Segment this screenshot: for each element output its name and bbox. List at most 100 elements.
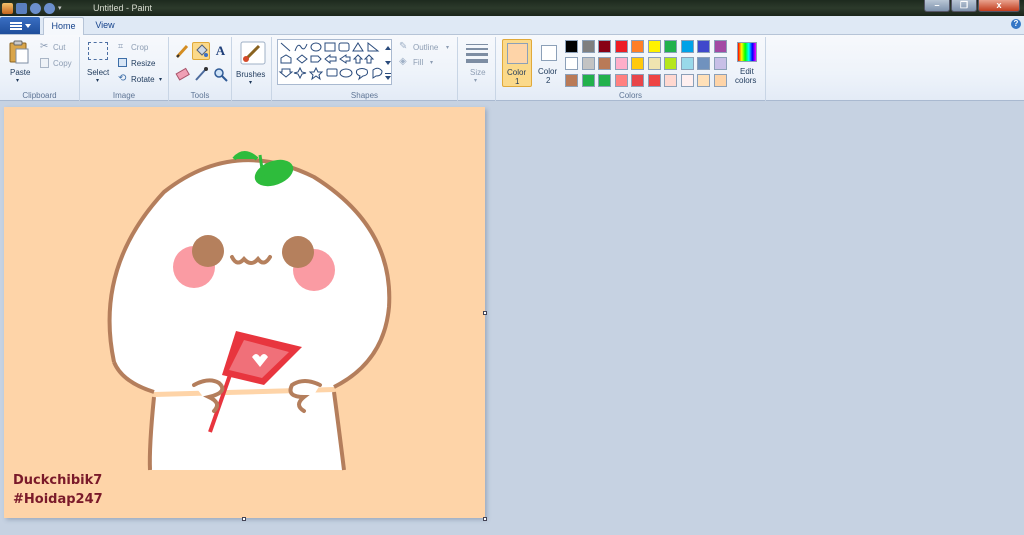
select-chevron-icon: ▾ [96,78,100,84]
color2-swatch [541,45,557,61]
tools-group: A Tools [169,37,232,101]
outline-chevron-icon: ▾ [446,45,450,51]
palette-swatch[interactable] [664,74,677,87]
color1-button[interactable]: Color 1 [502,39,532,87]
fill-dropdown[interactable]: ◈ Fill ▾ [397,56,455,69]
color1-label-line2: 1 [515,77,520,86]
select-button[interactable]: Select ▾ [84,39,112,85]
outline-dropdown[interactable]: ✎ Outline ▾ [397,41,455,54]
line-size-icon [466,44,488,63]
paint-app-icon [2,2,13,14]
shapes-group-label: Shapes [350,91,379,100]
palette-swatch[interactable] [664,40,677,53]
palette-swatch[interactable] [581,40,595,53]
canvas-resize-handle-right[interactable] [483,311,487,315]
brushes-label: Brushes [236,70,266,79]
customize-qat-chevron-icon[interactable]: ▾ [58,3,64,14]
palette-swatch[interactable] [713,74,727,87]
palette-swatch[interactable] [614,57,628,70]
palette-swatch[interactable] [680,57,694,70]
undo-icon[interactable] [30,2,41,14]
tab-home[interactable]: Home [43,17,84,36]
palette-swatch[interactable] [565,74,578,87]
palette-swatch[interactable] [565,57,578,70]
fill-tool[interactable] [192,42,210,60]
magnifier-tool[interactable] [212,66,229,83]
brushes-button[interactable]: Brushes ▾ [235,39,269,99]
paste-chevron-icon: ▾ [16,78,20,84]
rotate-icon: ⟲ [118,73,127,84]
palette-swatch[interactable] [680,40,694,53]
watermark-line2: #Hoidap247 [13,492,103,507]
palette-swatch[interactable] [647,40,661,53]
canvas-resize-handle-corner[interactable] [483,517,487,521]
palette-swatch[interactable] [598,57,611,70]
paste-icon [9,40,29,64]
maximize-button[interactable]: ❐ [951,0,977,12]
resize-button[interactable]: Resize [116,57,166,70]
outline-icon: ✎ [399,41,408,52]
copy-button[interactable]: Copy [38,57,78,70]
palette-swatch[interactable] [631,74,644,87]
size-group: Size ▾ [458,37,496,101]
palette-swatch[interactable] [565,40,578,53]
palette-swatch[interactable] [664,57,677,70]
palette-swatch[interactable] [631,40,644,53]
palette-swatch[interactable] [647,74,661,87]
color2-button[interactable]: Color 2 [534,39,564,87]
palette-swatch[interactable] [713,57,727,70]
palette-swatch[interactable] [598,40,611,53]
palette-swatch[interactable] [697,40,710,53]
canvas-resize-handle-bottom[interactable] [242,517,246,521]
fill-label: Fill [413,58,424,67]
cut-button[interactable]: ✂ Cut [38,41,78,54]
brush-icon [240,41,266,65]
crop-button[interactable]: ⌗ Crop [116,41,166,54]
shapes-gallery[interactable] [277,39,392,85]
copy-icon [40,58,49,68]
edit-colors-button[interactable]: Edit colors [732,39,764,89]
close-button[interactable]: x [978,0,1020,12]
brushes-group: Brushes ▾ [232,37,272,101]
save-icon[interactable] [16,2,27,14]
ribbon-tab-bar: Home View ? [0,16,1024,36]
shapes-group: ✎ Outline ▾ ◈ Fill ▾ Shapes [272,37,458,101]
palette-swatch[interactable] [697,74,710,87]
rotate-label: Rotate [131,75,155,84]
ribbon: Paste ▾ ✂ Cut Copy Clipboard Select ▾ ⌗ … [0,35,1024,101]
drawing-canvas[interactable]: Duckchibik7 #Hoidap247 [4,107,485,518]
paste-button[interactable]: Paste ▾ [5,39,33,85]
resize-icon [118,58,127,67]
redo-icon[interactable] [44,2,55,14]
palette-swatch[interactable] [697,57,710,70]
pencil-icon [175,44,189,59]
minimize-button[interactable]: – [924,0,950,12]
color-picker-tool[interactable] [193,66,210,83]
palette-swatch[interactable] [598,74,611,87]
crop-label: Crop [131,43,149,52]
color-spectrum-icon [737,42,757,62]
paste-label: Paste [10,68,31,77]
palette-swatch[interactable] [713,40,727,53]
help-icon[interactable]: ? [1011,19,1021,29]
palette-swatch[interactable] [680,74,694,87]
palette-swatch[interactable] [581,74,595,87]
palette-swatch[interactable] [647,57,661,70]
palette-swatch[interactable] [614,40,628,53]
size-button[interactable]: Size ▾ [461,39,493,89]
fill-icon: ◈ [399,56,407,67]
palette-swatch[interactable] [614,74,628,87]
rotate-button[interactable]: ⟲ Rotate ▾ [116,73,166,86]
window-title: Untitled - Paint [93,3,153,13]
text-tool[interactable]: A [212,43,229,60]
paint-menu-button[interactable] [0,17,40,34]
color1-swatch [507,43,528,64]
palette-swatch[interactable] [631,57,644,70]
eraser-tool[interactable] [174,66,191,83]
size-label: Size [470,68,486,77]
tab-view[interactable]: View [87,17,123,36]
palette-swatch[interactable] [581,57,595,70]
clipboard-group-label: Clipboard [22,91,57,100]
pencil-tool[interactable] [174,43,191,60]
watermark-line1: Duckchibik7 [13,473,103,488]
